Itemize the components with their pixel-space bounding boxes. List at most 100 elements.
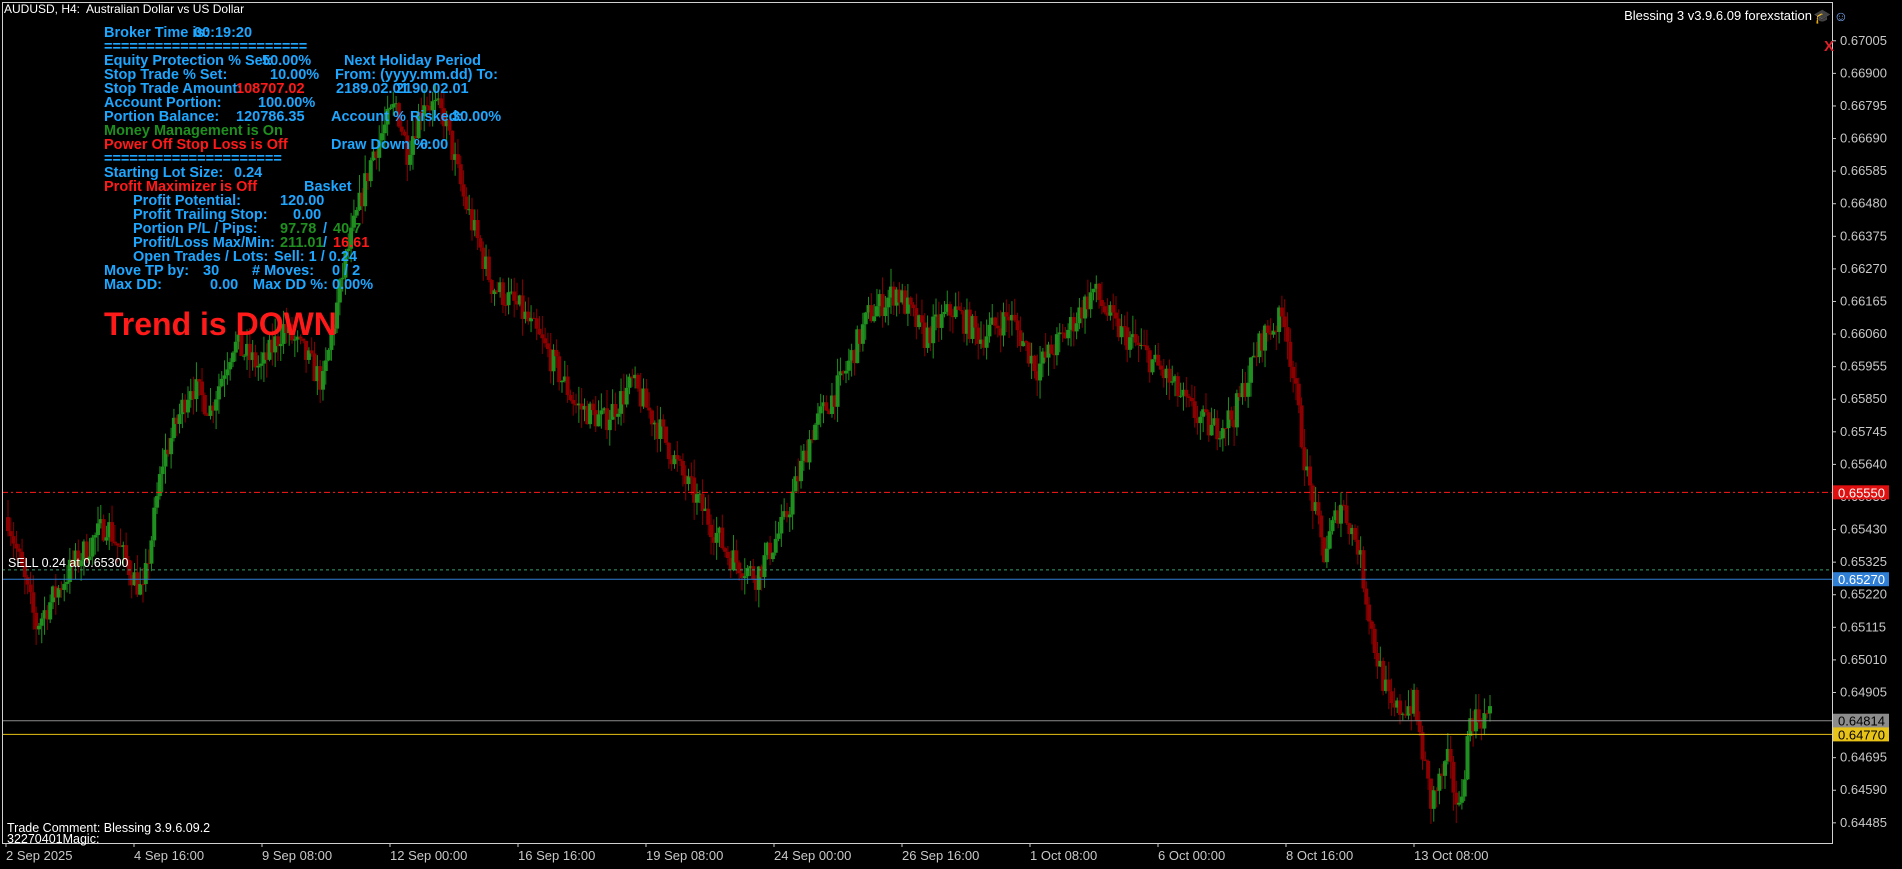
price-tick-label: 0.66480 [1840,196,1887,211]
price-tag-label: 0.65270 [1838,572,1885,587]
candle-body [1223,428,1228,430]
candle-body [700,493,705,512]
candle-body [1316,502,1321,516]
candle-body [1431,790,1436,809]
candle-body [1361,550,1366,589]
candle-body [678,459,683,461]
portion-pips-value: 40.7 [333,221,362,237]
candle-body [14,543,19,549]
candle-body [1113,312,1118,319]
candle-body [770,552,775,560]
portion-balance-value: 120786.35 [236,109,305,125]
candle-body [565,376,570,396]
candle-body [714,532,719,543]
candle-body [815,413,820,425]
price-tick-label: 0.66375 [1840,228,1887,243]
candle-body [11,536,16,544]
candle-body [987,324,992,337]
price-tick-label: 0.65220 [1840,587,1887,602]
candle-body [908,297,913,305]
candle-body [545,343,550,350]
pl-separator: / [323,235,328,251]
candle-body [1437,773,1442,791]
candle-body [1364,588,1369,605]
price-tick-label: 0.66900 [1840,65,1887,80]
price-tick-label: 0.66795 [1840,98,1887,113]
candle-body [458,164,463,185]
candle-body [1443,761,1448,776]
candle-body [39,618,44,626]
candle-body [185,399,190,413]
graduation-cap-icon[interactable]: 🎓 [1814,8,1831,25]
separator: ===================== [104,151,282,167]
account-portion-label: Account Portion: [104,95,222,111]
candle-body [1488,706,1492,714]
candle-body [540,334,545,339]
close-icon[interactable]: X [1824,38,1834,55]
candle-body [1459,796,1464,803]
candle-body [846,360,851,371]
candle-body [537,328,542,335]
candle-body [1426,760,1431,779]
candle-body [948,304,953,316]
candle-body [1353,527,1358,540]
holiday-title: Next Holiday Period [344,53,481,69]
symbol-description: Australian Dollar vs US Dollar [86,2,245,16]
candle-body [1156,354,1161,366]
price-tick-label: 0.66165 [1840,293,1887,308]
candle-body [1215,418,1220,440]
candle-body [709,524,714,538]
candle-body [664,426,669,443]
price-tag-label: 0.64770 [1838,727,1885,742]
starting-lot-value: 0.24 [234,165,263,181]
sell-order-label[interactable]: SELL 0.24 at 0.65300 [8,556,128,570]
candle-body [959,310,964,312]
candle-body [155,496,160,508]
candle-body [559,380,564,383]
candle-body [1282,316,1287,328]
candle-body [824,402,829,411]
broker-time: 00:19:20 [194,25,253,41]
candle-body [1293,378,1298,384]
time-tick-label: 1 Oct 08:00 [1030,848,1097,863]
price-axis: 0.67005 0.66900 0.66795 0.66690 0.66585 0.664… [1832,33,1889,830]
price-chart[interactable]: 0.67005 0.66900 0.66795 0.66690 0.66585 0.664… [0,0,1902,869]
price-tick-label: 0.65010 [1840,652,1887,667]
pl-maxmin-label: Profit/Loss Max/Min: [133,235,275,251]
candle-body [1167,368,1172,383]
candle-body [402,131,407,136]
draw-down-label: Draw Down %: [331,137,432,153]
candle-body [309,350,314,354]
candle-body [202,395,207,415]
candle-body [1102,306,1107,313]
portion-balance-label: Portion Balance: [104,109,220,125]
candle-body [1420,732,1425,760]
price-tick-label: 0.64590 [1840,782,1887,797]
candle-body [233,341,238,353]
max-dd-pct-label: Max DD %: [253,277,328,293]
candle-body [1285,327,1290,342]
moves-label: # Moves: [252,263,315,279]
candle-body [1004,312,1009,317]
smiley-icon[interactable]: ☺ [1834,8,1848,24]
candle-body [554,349,559,357]
candle-body [568,395,573,400]
candle-body [680,460,685,476]
candle-body [1091,288,1096,293]
profit-potential-label: Profit Potential: [133,193,241,209]
candle-body [799,460,804,482]
portion-pl-value: 97.78 [280,221,317,237]
account-portion-value: 100.00% [258,95,316,111]
candle-body [931,316,936,344]
price-tick-label: 0.65955 [1840,359,1887,374]
candle-body [624,387,629,405]
candle-body [62,583,67,590]
candle-body [1386,679,1391,692]
candle-body [872,316,877,322]
candle-body [256,365,261,368]
candle-body [720,527,725,549]
profit-trailing-value: 0.00 [293,207,322,223]
candle-body [48,602,53,620]
candle-body [993,317,998,326]
candle-body [543,338,548,344]
